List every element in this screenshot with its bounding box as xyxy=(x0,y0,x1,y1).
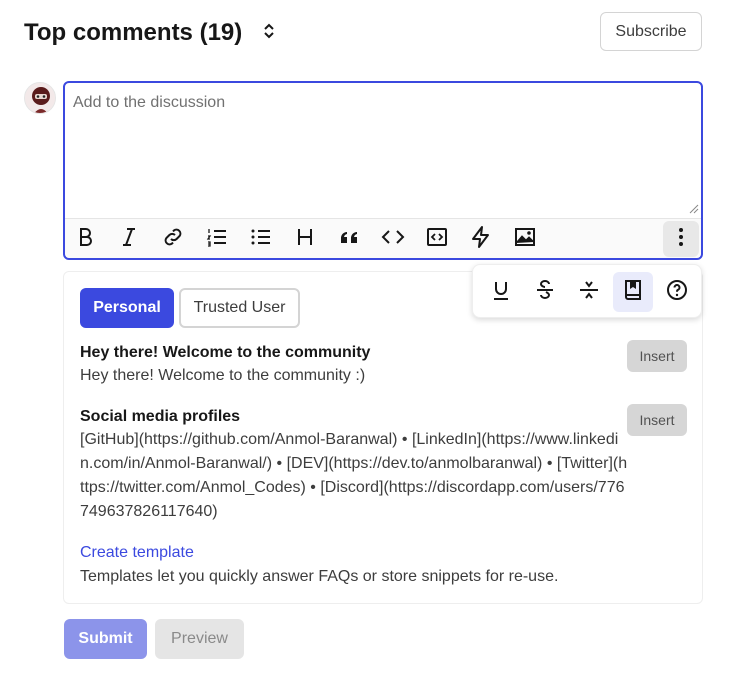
comment-editor xyxy=(63,81,703,260)
code-button[interactable] xyxy=(375,221,411,257)
sort-chevrons-icon xyxy=(262,22,276,45)
tab-personal[interactable]: Personal xyxy=(80,288,174,328)
sort-toggle-button[interactable] xyxy=(258,22,280,44)
underline-icon xyxy=(489,278,513,307)
bold-icon xyxy=(73,225,97,254)
ordered-list-button[interactable] xyxy=(199,221,235,257)
embed-icon xyxy=(469,225,493,254)
insert-button[interactable]: Insert xyxy=(627,404,687,436)
templates-panel: Personal Trusted User Hey there! Welcome… xyxy=(63,271,703,604)
link-button[interactable] xyxy=(155,221,191,257)
insert-button[interactable]: Insert xyxy=(627,340,687,372)
comment-input[interactable] xyxy=(65,83,701,217)
unordered-list-icon xyxy=(249,225,273,254)
more-icon xyxy=(669,225,693,254)
templates-icon xyxy=(621,278,645,307)
quote-icon xyxy=(337,225,361,254)
italic-icon xyxy=(117,225,141,254)
template-body: [GitHub](https://github.com/Anmol-Baranw… xyxy=(80,431,628,520)
templates-button[interactable] xyxy=(613,272,653,312)
code-block-button[interactable] xyxy=(419,221,455,257)
template-body: Hey there! Welcome to the community :) xyxy=(80,367,366,384)
code-icon xyxy=(381,225,405,254)
create-template-link[interactable]: Create template xyxy=(80,543,194,563)
help-button[interactable] xyxy=(657,272,697,312)
avatar xyxy=(24,82,56,114)
image-button[interactable] xyxy=(507,221,543,257)
heading-button[interactable] xyxy=(287,221,323,257)
embed-button[interactable] xyxy=(463,221,499,257)
bold-button[interactable] xyxy=(67,221,103,257)
link-icon xyxy=(161,225,185,254)
template-title: Social media profiles xyxy=(80,408,241,425)
code-block-icon xyxy=(425,225,449,254)
heading-icon xyxy=(293,225,317,254)
underline-button[interactable] xyxy=(481,272,521,312)
subscribe-button[interactable]: Subscribe xyxy=(600,12,702,51)
templates-hint: Templates let you quickly answer FAQs or… xyxy=(80,568,559,585)
more-formatting-menu xyxy=(472,264,702,318)
more-button[interactable] xyxy=(663,221,699,257)
quote-button[interactable] xyxy=(331,221,367,257)
italic-button[interactable] xyxy=(111,221,147,257)
image-icon xyxy=(513,225,537,254)
template-title: Hey there! Welcome to the community xyxy=(80,344,371,361)
strikethrough-button[interactable] xyxy=(525,272,565,312)
submit-button[interactable]: Submit xyxy=(64,619,147,659)
divider-button[interactable] xyxy=(569,272,609,312)
help-icon xyxy=(665,278,689,307)
divider-icon xyxy=(577,278,601,307)
unordered-list-button[interactable] xyxy=(243,221,279,257)
ordered-list-icon xyxy=(205,225,229,254)
editor-toolbar xyxy=(65,218,701,258)
preview-button[interactable]: Preview xyxy=(155,619,244,659)
resize-handle[interactable] xyxy=(687,201,699,214)
tab-trusted-user[interactable]: Trusted User xyxy=(179,288,300,328)
page-title: Top comments (19) xyxy=(24,19,243,46)
strikethrough-icon xyxy=(533,278,557,307)
